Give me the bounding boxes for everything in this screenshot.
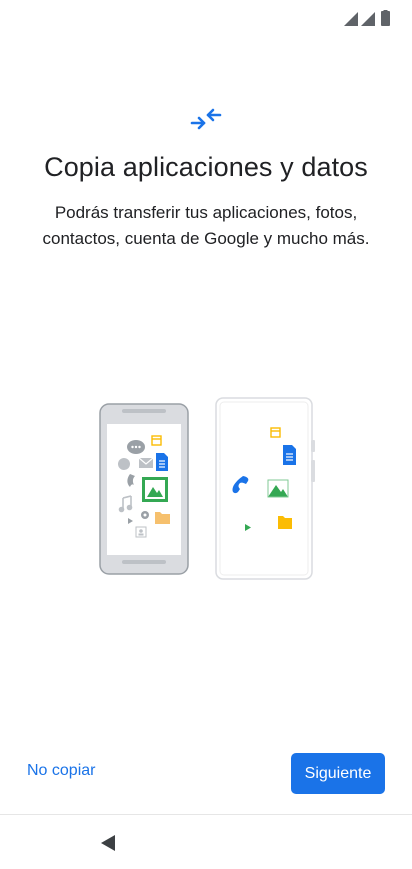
disc-icon bbox=[118, 458, 130, 470]
calendar-icon bbox=[151, 435, 162, 446]
page-title: Copia aplicaciones y datos bbox=[44, 152, 368, 182]
document-icon bbox=[283, 445, 296, 465]
signal-icon bbox=[344, 12, 358, 26]
signal-icon bbox=[361, 12, 375, 26]
calendar-icon bbox=[270, 427, 281, 438]
skip-button[interactable]: No copiar bbox=[27, 762, 95, 780]
message-icon bbox=[127, 440, 145, 454]
photos-icon bbox=[142, 477, 168, 502]
document-icon bbox=[156, 453, 168, 471]
status-bar bbox=[0, 0, 412, 34]
next-button[interactable]: Siguiente bbox=[291, 753, 385, 794]
back-triangle-icon[interactable] bbox=[98, 833, 118, 853]
status-icons bbox=[344, 10, 390, 26]
page-subtitle: Podrás transferir tus aplicaciones, foto… bbox=[20, 200, 392, 252]
transfer-arrows-icon bbox=[190, 108, 222, 130]
old-phone-illustration bbox=[99, 403, 189, 575]
setup-screen: Copia aplicaciones y datos Podrás transf… bbox=[0, 0, 412, 869]
mail-icon bbox=[138, 457, 154, 468]
photos-icon bbox=[267, 479, 289, 498]
contact-icon bbox=[135, 526, 147, 538]
phones-illustration bbox=[99, 397, 315, 580]
subtitle-line-2: contactos, cuenta de Google y mucho más. bbox=[42, 229, 370, 248]
navigation-bar bbox=[0, 815, 412, 869]
subtitle-line-1: Podrás transferir tus aplicaciones, foto… bbox=[54, 203, 358, 222]
battery-icon bbox=[381, 11, 390, 26]
new-phone-illustration bbox=[215, 397, 315, 580]
